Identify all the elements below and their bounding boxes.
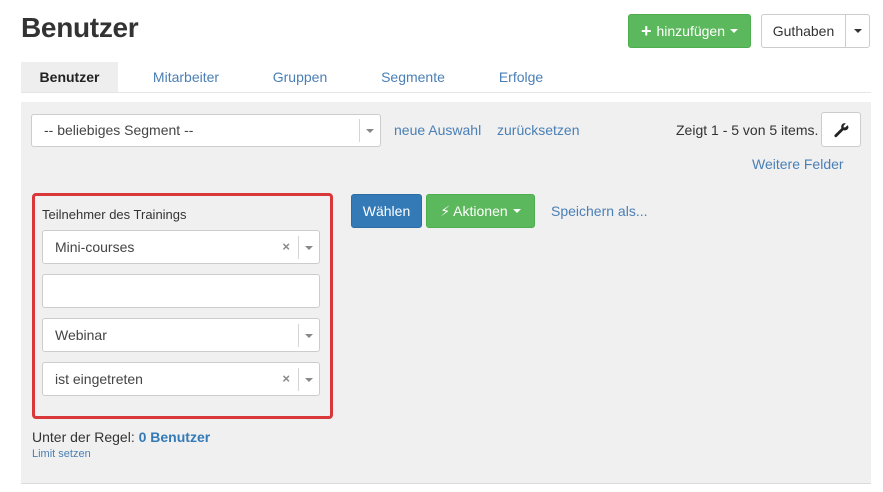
segment-select[interactable]: -- beliebiges Segment -- [31, 114, 381, 147]
rule-summary: Unter der Regel: 0 Benutzer [32, 429, 210, 445]
more-fields-link[interactable]: Weitere Felder [752, 156, 844, 172]
tab-bar: Benutzer Mitarbeiter Gruppen Segmente Er… [21, 62, 871, 93]
select-divider [298, 236, 299, 259]
tab-gruppen[interactable]: Gruppen [261, 62, 339, 92]
caret-down-icon [730, 29, 739, 33]
add-user-button[interactable]: + hinzufügen [628, 14, 751, 48]
bolt-icon: ⚡ [440, 202, 451, 219]
training-select-value: Mini-courses [55, 239, 135, 255]
tab-segmente[interactable]: Segmente [371, 62, 455, 92]
tab-mitarbeiter[interactable]: Mitarbeiter [141, 62, 231, 92]
choose-button[interactable]: Wählen [351, 194, 422, 228]
clear-x-icon[interactable]: × [282, 363, 290, 395]
segment-select-value: -- beliebiges Segment -- [44, 122, 194, 138]
actions-button-label: Aktionen [453, 203, 508, 219]
caret-down-icon [305, 378, 313, 382]
credit-button-group: Guthaben [761, 14, 870, 48]
caret-down-icon [305, 246, 313, 250]
page-title: Benutzer [21, 12, 139, 43]
set-limit-link[interactable]: Limit setzen [32, 448, 91, 460]
rule-summary-prefix: Unter der Regel: [32, 429, 135, 445]
training-type-select[interactable]: Webinar [42, 318, 320, 352]
credit-dropdown-toggle[interactable] [845, 14, 870, 48]
tab-erfolge[interactable]: Erfolge [489, 62, 553, 92]
new-selection-link[interactable]: neue Auswahl [394, 122, 481, 138]
save-as-link[interactable]: Speichern als... [551, 203, 648, 219]
clear-x-icon[interactable]: × [282, 231, 290, 263]
wrench-icon [834, 122, 849, 137]
participation-status-value: ist eingetreten [55, 371, 143, 387]
participation-status-select[interactable]: ist eingetreten × [42, 362, 320, 396]
rule-user-count[interactable]: 0 Benutzer [139, 429, 211, 445]
items-count: Zeigt 1 - 5 von 5 items. [676, 122, 819, 138]
select-divider [298, 368, 299, 391]
reset-link[interactable]: zurücksetzen [497, 122, 579, 138]
training-type-value: Webinar [55, 327, 107, 343]
select-divider [359, 119, 360, 142]
plus-icon: + [640, 21, 652, 41]
actions-button[interactable]: ⚡ Aktionen [426, 194, 535, 228]
training-select[interactable]: Mini-courses × [42, 230, 320, 264]
add-button-label: hinzufügen [656, 23, 726, 39]
filter-text-input[interactable] [42, 274, 320, 308]
caret-down-icon [366, 129, 374, 133]
settings-button[interactable] [821, 112, 861, 147]
tab-benutzer[interactable]: Benutzer [21, 62, 118, 92]
select-divider [298, 324, 299, 347]
caret-down-icon [305, 334, 313, 338]
filter-title: Teilnehmer des Trainings [42, 207, 187, 222]
credit-button[interactable]: Guthaben [761, 14, 846, 48]
caret-down-icon [853, 29, 862, 33]
caret-down-icon [512, 209, 521, 213]
